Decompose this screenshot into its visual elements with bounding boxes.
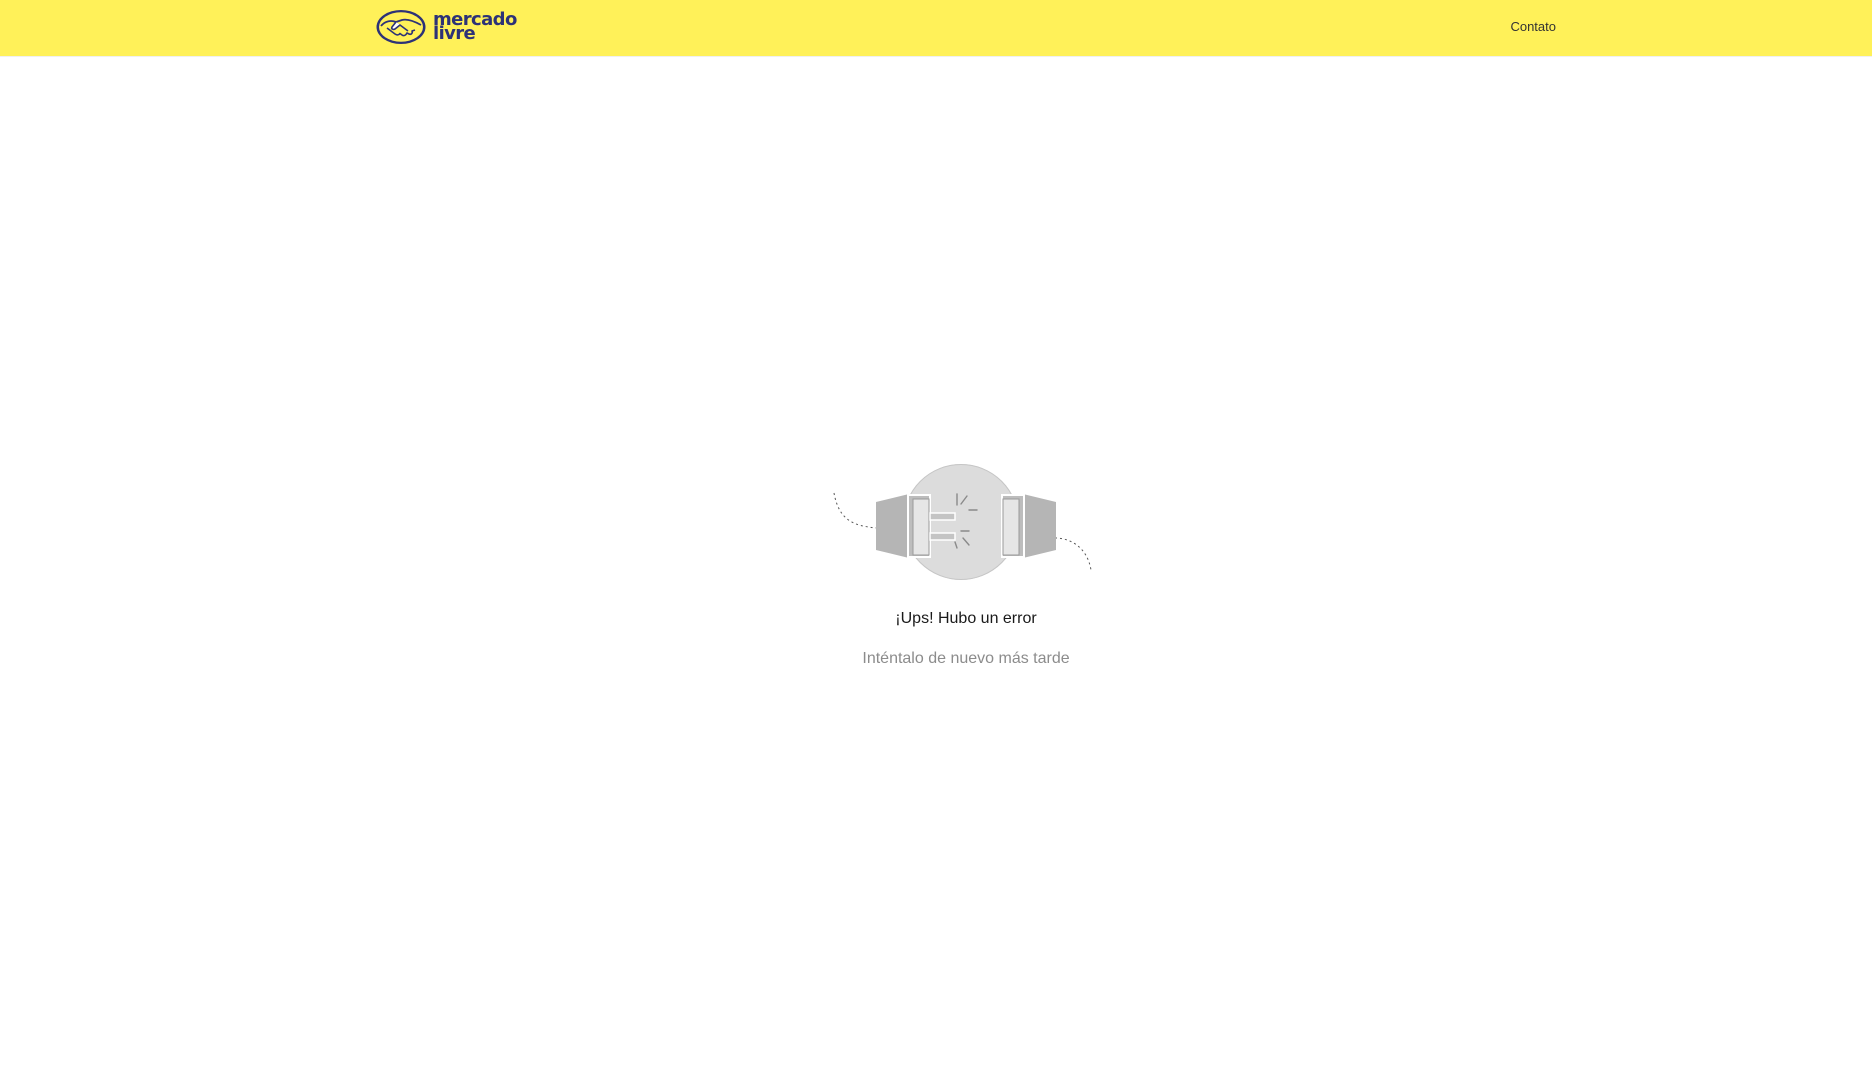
error-subtitle: Inténtalo de nuevo más tarde [862,650,1070,667]
contact-link[interactable]: Contato [1510,19,1556,34]
logo-text-line2: livre [433,23,476,44]
error-panel: ¡Ups! Hubo un error Inténtalo de nuevo m… [0,462,1872,668]
error-title: ¡Ups! Hubo un error [895,610,1037,627]
handshake-logo-icon [376,10,426,44]
top-header: mercado livre Contato [0,0,1872,56]
unplugged-connection-icon [833,462,1092,582]
logo-wordmark: mercado livre [433,11,517,44]
mercado-livre-logo[interactable]: mercado livre [375,7,517,47]
